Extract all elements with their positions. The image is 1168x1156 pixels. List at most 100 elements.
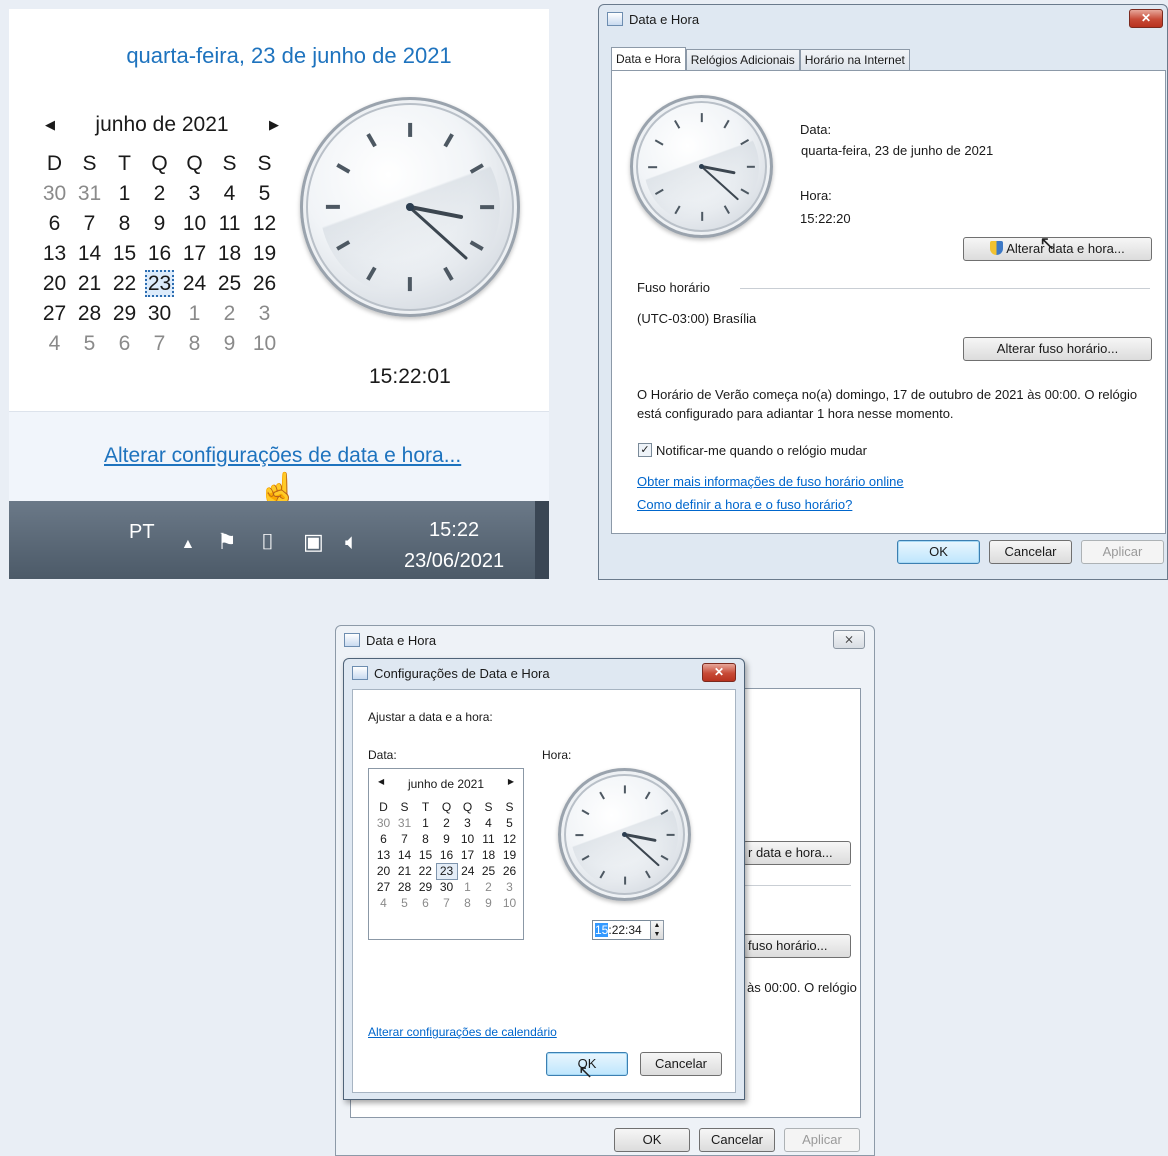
calendar-day[interactable]: 27	[37, 299, 72, 329]
ok-button[interactable]: OK	[614, 1128, 690, 1152]
calendar-day[interactable]: 3	[499, 879, 520, 895]
calendar-day[interactable]: 4	[373, 895, 394, 911]
close-button[interactable]: ✕	[702, 663, 736, 682]
calendar-day[interactable]: 21	[394, 863, 415, 879]
close-button[interactable]: ✕	[1129, 9, 1163, 28]
calendar-day[interactable]: 31	[394, 815, 415, 831]
calendar-day[interactable]: 10	[177, 209, 212, 239]
calendar-day[interactable]: 19	[499, 847, 520, 863]
calendar-day[interactable]: 14	[72, 239, 107, 269]
calendar-day[interactable]: 13	[373, 847, 394, 863]
next-month-arrow-icon[interactable]: ▶	[269, 117, 279, 133]
calendar-day[interactable]: 8	[107, 209, 142, 239]
long-date-title[interactable]: quarta-feira, 23 de junho de 2021	[19, 43, 549, 69]
calendar-day[interactable]: 2	[478, 879, 499, 895]
calendar-day[interactable]: 15	[107, 239, 142, 269]
calendar-day[interactable]: 6	[37, 209, 72, 239]
calendar-day[interactable]: 25	[478, 863, 499, 879]
cancel-button[interactable]: Cancelar	[640, 1052, 722, 1076]
tab-additional-clocks[interactable]: Relógios Adicionais	[685, 49, 800, 71]
tab-date-time[interactable]: Data e Hora	[611, 47, 686, 71]
calendar-day[interactable]: 30	[436, 879, 457, 895]
show-desktop-button[interactable]	[535, 501, 549, 579]
calendar-day[interactable]: 9	[142, 209, 177, 239]
calendar-day[interactable]: 5	[394, 895, 415, 911]
change-date-time-button-partial[interactable]: r data e hora...	[743, 841, 851, 865]
calendar-month-label[interactable]: junho de 2021	[95, 113, 228, 137]
volume-icon[interactable]: 🔈︎	[345, 529, 358, 555]
calendar-day[interactable]: 3	[177, 179, 212, 209]
calendar-day[interactable]: 31	[72, 179, 107, 209]
calendar-day[interactable]: 7	[142, 329, 177, 359]
calendar-settings-link[interactable]: Alterar configurações de calendário	[368, 1025, 557, 1039]
calendar-day[interactable]: 12	[499, 831, 520, 847]
calendar-day[interactable]: 10	[457, 831, 478, 847]
calendar-day[interactable]: 9	[212, 329, 247, 359]
apply-button[interactable]: Aplicar	[784, 1128, 860, 1152]
calendar-day[interactable]: 23	[142, 269, 177, 299]
calendar-day[interactable]: 10	[247, 329, 282, 359]
show-hidden-icons-icon[interactable]: ▲	[181, 535, 195, 551]
calendar-day[interactable]: 5	[499, 815, 520, 831]
calendar-day[interactable]: 8	[457, 895, 478, 911]
calendar-day[interactable]: 7	[72, 209, 107, 239]
calendar-day[interactable]: 24	[177, 269, 212, 299]
power-plug-icon[interactable]: ⌷	[261, 529, 274, 555]
calendar-day[interactable]: 25	[212, 269, 247, 299]
next-month-arrow-icon[interactable]: ▶	[508, 777, 514, 791]
cancel-button[interactable]: Cancelar	[699, 1128, 775, 1152]
calendar-day[interactable]: 26	[247, 269, 282, 299]
calendar-day[interactable]: 1	[177, 299, 212, 329]
calendar-day[interactable]: 3	[457, 815, 478, 831]
calendar-day[interactable]: 28	[72, 299, 107, 329]
cancel-button[interactable]: Cancelar	[989, 540, 1072, 564]
action-center-flag-icon[interactable]: ⚑	[217, 529, 237, 555]
calendar-day[interactable]: 24	[457, 863, 478, 879]
calendar-day[interactable]: 6	[415, 895, 436, 911]
calendar-day[interactable]: 7	[436, 895, 457, 911]
calendar-day[interactable]: 3	[247, 299, 282, 329]
calendar-day[interactable]: 23	[435, 862, 458, 880]
calendar-day[interactable]: 21	[72, 269, 107, 299]
calendar-day[interactable]: 16	[436, 847, 457, 863]
calendar-day[interactable]: 2	[212, 299, 247, 329]
prev-month-arrow-icon[interactable]: ◀	[45, 117, 55, 133]
close-button[interactable]: ⨯	[833, 630, 865, 649]
change-timezone-button[interactable]: Alterar fuso horário...	[963, 337, 1152, 361]
calendar-day[interactable]: 4	[478, 815, 499, 831]
calendar-month-label[interactable]: junho de 2021	[408, 777, 484, 791]
apply-button[interactable]: Aplicar	[1081, 540, 1164, 564]
calendar-day[interactable]: 2	[142, 179, 177, 209]
calendar-day[interactable]: 22	[107, 269, 142, 299]
language-indicator[interactable]: PT	[129, 521, 155, 544]
calendar-day[interactable]: 11	[212, 209, 247, 239]
calendar-day[interactable]: 27	[373, 879, 394, 895]
calendar-day[interactable]: 2	[436, 815, 457, 831]
calendar-day[interactable]: 4	[212, 179, 247, 209]
calendar-day[interactable]: 14	[394, 847, 415, 863]
calendar-day[interactable]: 8	[177, 329, 212, 359]
calendar-day[interactable]: 11	[478, 831, 499, 847]
change-datetime-settings-link[interactable]: Alterar configurações de data e hora...	[104, 444, 461, 468]
calendar-day[interactable]: 15	[415, 847, 436, 863]
timezone-info-link[interactable]: Obter mais informações de fuso horário o…	[637, 474, 904, 489]
calendar-day[interactable]: 26	[499, 863, 520, 879]
calendar-day[interactable]: 1	[457, 879, 478, 895]
calendar-day[interactable]: 30	[373, 815, 394, 831]
calendar-day[interactable]: 30	[37, 179, 72, 209]
calendar-day[interactable]: 9	[478, 895, 499, 911]
time-spinner[interactable]: ▲ ▼	[650, 920, 664, 940]
tab-internet-time[interactable]: Horário na Internet	[799, 49, 910, 71]
calendar-day[interactable]: 1	[415, 815, 436, 831]
network-icon[interactable]: ▣	[303, 529, 324, 555]
calendar-day[interactable]: 22	[415, 863, 436, 879]
calendar-day[interactable]: 20	[373, 863, 394, 879]
change-timezone-button-partial[interactable]: fuso horário...	[743, 934, 851, 958]
prev-month-arrow-icon[interactable]: ◀	[378, 777, 384, 791]
calendar-day[interactable]: 8	[415, 831, 436, 847]
calendar-day[interactable]: 9	[436, 831, 457, 847]
calendar-day[interactable]: 10	[499, 895, 520, 911]
date-picker-calendar[interactable]: ◀ junho de 2021 ▶ DSTQQSS 30 31 1 2 3 4 5 6 7 8 9 1…	[368, 768, 524, 940]
taskbar-clock[interactable]: 15:22 23/06/2021	[404, 515, 504, 577]
calendar-day[interactable]: 30	[142, 299, 177, 329]
